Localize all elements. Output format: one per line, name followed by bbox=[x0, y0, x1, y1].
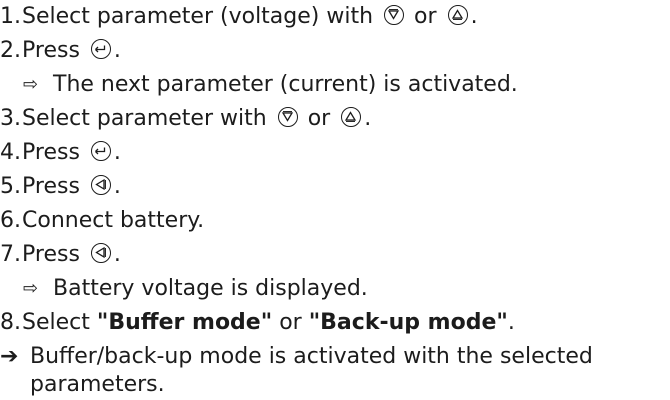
step-text: Press bbox=[22, 140, 80, 165]
enter-key-icon bbox=[90, 141, 111, 161]
step-period: . bbox=[113, 174, 121, 199]
step-text: Press bbox=[22, 242, 80, 267]
step-or: or bbox=[414, 4, 437, 29]
step-number: 6. bbox=[0, 208, 21, 233]
left-triangle-key-icon bbox=[90, 243, 111, 263]
step-text: Select parameter with bbox=[22, 106, 267, 131]
final-result-text: parameters. bbox=[30, 372, 165, 397]
hollow-right-arrow-icon: ⇨ bbox=[23, 278, 39, 299]
step-period: . bbox=[470, 4, 478, 29]
down-triangle-key-icon bbox=[277, 107, 298, 127]
step-or: or bbox=[307, 106, 331, 131]
step-result-text: The next parameter (current) is activate… bbox=[53, 72, 518, 97]
back-up-mode-label: "Back-up mode" bbox=[308, 310, 508, 335]
step-text: Select parameter (voltage) with bbox=[22, 4, 374, 29]
step-period: . bbox=[113, 140, 121, 165]
up-triangle-key-icon bbox=[447, 5, 468, 25]
up-triangle-key-icon bbox=[341, 107, 362, 127]
left-triangle-key-icon bbox=[90, 175, 111, 195]
enter-key-icon bbox=[90, 39, 111, 59]
step-text: Press bbox=[22, 174, 80, 199]
down-triangle-key-icon bbox=[384, 5, 405, 25]
step-period: . bbox=[364, 106, 372, 131]
bold-right-arrow-icon: ➔ bbox=[0, 344, 19, 369]
step-number: 1. bbox=[0, 4, 21, 29]
hollow-right-arrow-icon: ⇨ bbox=[23, 74, 39, 95]
final-result-text: Buffer/back-up mode is activated with th… bbox=[30, 344, 593, 369]
step-text: Select bbox=[22, 310, 90, 335]
step-period: . bbox=[113, 38, 121, 63]
buffer-mode-label: "Buffer mode" bbox=[96, 310, 273, 335]
step-number: 2. bbox=[0, 38, 21, 63]
step-number: 5. bbox=[0, 174, 21, 199]
step-text: Connect battery. bbox=[22, 208, 205, 233]
step-period: . bbox=[113, 242, 121, 267]
step-number: 7. bbox=[0, 242, 21, 267]
step-period: . bbox=[507, 310, 515, 335]
step-number: 4. bbox=[0, 140, 21, 165]
step-result-text: Battery voltage is displayed. bbox=[53, 276, 368, 301]
step-or: or bbox=[279, 310, 302, 335]
step-number: 8. bbox=[0, 310, 21, 335]
step-text: Press bbox=[22, 38, 80, 63]
step-number: 3. bbox=[0, 106, 21, 131]
